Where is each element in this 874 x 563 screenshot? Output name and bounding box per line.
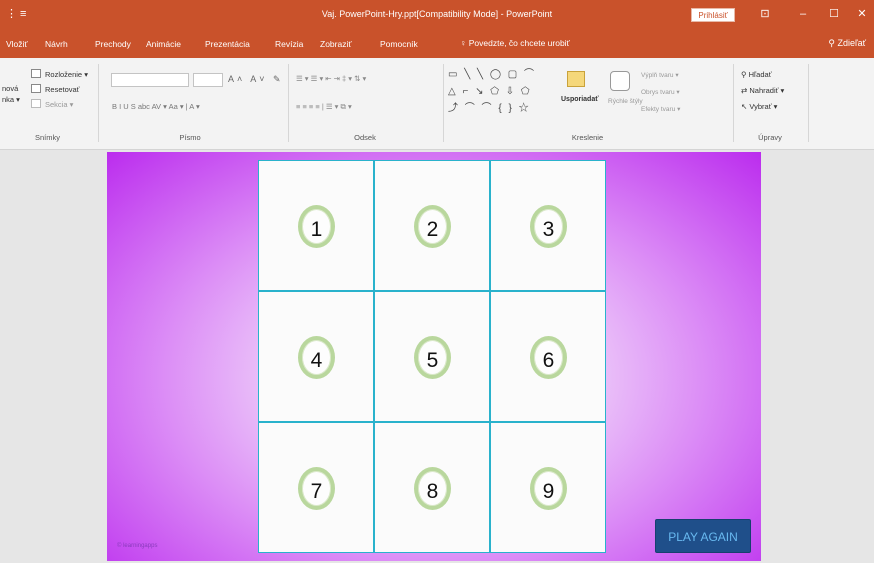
new-slide-label-partial[interactable]: nová bbox=[2, 84, 18, 93]
number-badge[interactable]: 8 bbox=[414, 467, 451, 510]
ribbon-tabs: Vložiť Návrh Prechody Animácie Prezentác… bbox=[0, 30, 874, 58]
arrange-button[interactable]: Usporiadať bbox=[561, 96, 599, 103]
section-button[interactable]: Sekcia ▾ bbox=[45, 100, 73, 109]
number-badge[interactable]: 1 bbox=[298, 205, 335, 248]
select-label: Vybrať ▾ bbox=[749, 102, 778, 111]
slides-group: nová nka ▾ Rozloženie ▾ Resetovať Sekcia… bbox=[0, 62, 95, 144]
number-badge[interactable]: 2 bbox=[414, 205, 451, 248]
section-icon bbox=[31, 99, 41, 108]
number-badge[interactable]: 3 bbox=[530, 205, 567, 248]
drawing-group: ▭ ╲ ╲ ◯ ▢ ⌒ △ ⌐ ↘ ⬠ ⇩ ⬠ ⤴ ⌒ ⌒ { } ☆ Uspori… bbox=[445, 62, 730, 144]
shape-outline-button[interactable]: Obrys tvaru ▾ bbox=[641, 88, 680, 96]
tell-me-label: Povedzte, čo chcete urobiť bbox=[468, 38, 570, 48]
font-format-buttons[interactable]: B I U S abc AV ▾ Aa ▾ | A ▾ bbox=[112, 102, 200, 111]
play-again-button[interactable]: PLAY AGAIN bbox=[655, 519, 751, 553]
cell-number: 2 bbox=[426, 218, 439, 241]
number-badge[interactable]: 9 bbox=[530, 467, 567, 510]
group-divider bbox=[288, 64, 289, 142]
slide-watermark: © learningapps bbox=[117, 543, 158, 549]
grid-cell-9[interactable]: 9 bbox=[490, 422, 606, 553]
grid-cell-5[interactable]: 5 bbox=[374, 291, 490, 422]
editing-group: ⚲ Hľadať ⇄ Nahradiť ▾ ↖ Vybrať ▾ Úpravy bbox=[735, 62, 805, 144]
tab-view[interactable]: Zobraziť bbox=[320, 39, 352, 49]
tab-slideshow[interactable]: Prezentácia bbox=[205, 39, 250, 49]
group-divider bbox=[808, 64, 809, 142]
tab-transitions[interactable]: Prechody bbox=[95, 39, 131, 49]
shape-fill-button[interactable]: Výplň tvaru ▾ bbox=[641, 71, 679, 79]
find-label: Hľadať bbox=[748, 70, 772, 79]
replace-button[interactable]: ⇄ Nahradiť ▾ bbox=[741, 86, 784, 95]
grid-cell-4[interactable]: 4 bbox=[258, 291, 374, 422]
cell-number: 7 bbox=[310, 480, 323, 503]
grid-cell-3[interactable]: 3 bbox=[490, 160, 606, 291]
group-divider bbox=[98, 64, 99, 142]
title-bar: ⋮ ≡ Vaj. PowerPoint-Hry.ppt[Compatibilit… bbox=[0, 0, 874, 30]
tab-design[interactable]: Návrh bbox=[45, 39, 68, 49]
shapes-gallery[interactable]: ▭ ╲ ╲ ◯ ▢ ⌒ △ ⌐ ↘ ⬠ ⇩ ⬠ ⤴ ⌒ ⌒ { } ☆ bbox=[448, 66, 558, 118]
grow-shrink-font-icons[interactable]: A˄ A˅ ✎ bbox=[228, 74, 284, 85]
tab-animations[interactable]: Animácie bbox=[146, 39, 181, 49]
tab-review[interactable]: Revízia bbox=[275, 39, 303, 49]
font-group: A˄ A˅ ✎ B I U S abc AV ▾ Aa ▾ | A ▾ Písm… bbox=[100, 62, 281, 144]
cell-number: 1 bbox=[310, 218, 323, 241]
group-divider bbox=[443, 64, 444, 142]
select-button[interactable]: ↖ Vybrať ▾ bbox=[741, 102, 777, 111]
find-button[interactable]: ⚲ Hľadať bbox=[741, 70, 772, 79]
ribbon: nová nka ▾ Rozloženie ▾ Resetovať Sekcia… bbox=[0, 58, 874, 150]
list-indent-buttons[interactable]: ☰ ▾ ☰ ▾ ⇤ ⇥ ‡ ▾ ⇅ ▾ bbox=[296, 74, 366, 83]
drawing-group-label: Kreslenie bbox=[571, 133, 604, 142]
arrange-icon bbox=[567, 71, 585, 87]
paragraph-group: ☰ ▾ ☰ ▾ ⇤ ⇥ ‡ ▾ ⇅ ▾ ≡ ≡ ≡ ≡ | ☰ ▾ ⧉ ▾ Od… bbox=[290, 62, 440, 144]
editing-group-label: Úpravy bbox=[758, 133, 782, 142]
ribbon-display-options-icon[interactable]: ⊡ bbox=[755, 6, 775, 22]
number-badge[interactable]: 6 bbox=[530, 336, 567, 379]
maximize-button[interactable]: ☐ bbox=[824, 6, 844, 22]
cell-number: 8 bbox=[426, 480, 439, 503]
cell-number: 3 bbox=[542, 218, 555, 241]
grid-cell-2[interactable]: 2 bbox=[374, 160, 490, 291]
tab-insert[interactable]: Vložiť bbox=[6, 39, 28, 49]
replace-label: Nahradiť ▾ bbox=[749, 86, 785, 95]
layout-button[interactable]: Rozloženie ▾ bbox=[45, 70, 88, 79]
reset-icon bbox=[31, 84, 41, 93]
cell-number: 5 bbox=[426, 349, 439, 372]
reset-button[interactable]: Resetovať bbox=[45, 85, 80, 94]
minimize-button[interactable]: – bbox=[793, 6, 813, 22]
tab-help[interactable]: Pomocník bbox=[380, 39, 418, 49]
number-badge[interactable]: 4 bbox=[298, 336, 335, 379]
lightbulb-icon: ♀ bbox=[460, 38, 469, 48]
tell-me-search[interactable]: ♀ Povedzte, čo chcete urobiť bbox=[460, 38, 570, 48]
font-group-label: Písmo bbox=[179, 133, 201, 142]
slides-group-label: Snímky bbox=[34, 133, 60, 142]
search-icon: ⚲ bbox=[741, 70, 749, 79]
font-name-combo[interactable] bbox=[111, 73, 189, 87]
grid-cell-6[interactable]: 6 bbox=[490, 291, 606, 422]
close-button[interactable]: ✕ bbox=[852, 6, 872, 22]
shape-effects-button[interactable]: Efekty tvaru ▾ bbox=[641, 105, 680, 113]
share-button[interactable]: ⚲ Zdieľať bbox=[828, 38, 866, 49]
alignment-buttons[interactable]: ≡ ≡ ≡ ≡ | ☰ ▾ ⧉ ▾ bbox=[296, 102, 352, 112]
new-slide-dropdown-partial[interactable]: nka ▾ bbox=[2, 95, 20, 104]
number-badge[interactable]: 7 bbox=[298, 467, 335, 510]
layout-icon bbox=[31, 69, 41, 78]
number-badge[interactable]: 5 bbox=[414, 336, 451, 379]
quick-styles-button[interactable]: Rýchle štýly bbox=[608, 98, 643, 105]
grid-cell-7[interactable]: 7 bbox=[258, 422, 374, 553]
cell-number: 6 bbox=[542, 349, 555, 372]
cell-number: 9 bbox=[542, 480, 555, 503]
font-size-combo[interactable] bbox=[193, 73, 223, 87]
sign-in-button[interactable]: Prihlásiť bbox=[691, 8, 735, 22]
quick-styles-icon bbox=[610, 71, 630, 91]
cell-number: 4 bbox=[310, 349, 323, 372]
group-divider bbox=[733, 64, 734, 142]
number-grid: 1 2 3 4 5 6 7 8 9 bbox=[258, 160, 607, 553]
share-label: Zdieľať bbox=[837, 38, 866, 48]
grid-cell-1[interactable]: 1 bbox=[258, 160, 374, 291]
paragraph-group-label: Odsek bbox=[354, 133, 376, 142]
window-title: Vaj. PowerPoint-Hry.ppt[Compatibility Mo… bbox=[321, 9, 553, 19]
grid-cell-8[interactable]: 8 bbox=[374, 422, 490, 553]
